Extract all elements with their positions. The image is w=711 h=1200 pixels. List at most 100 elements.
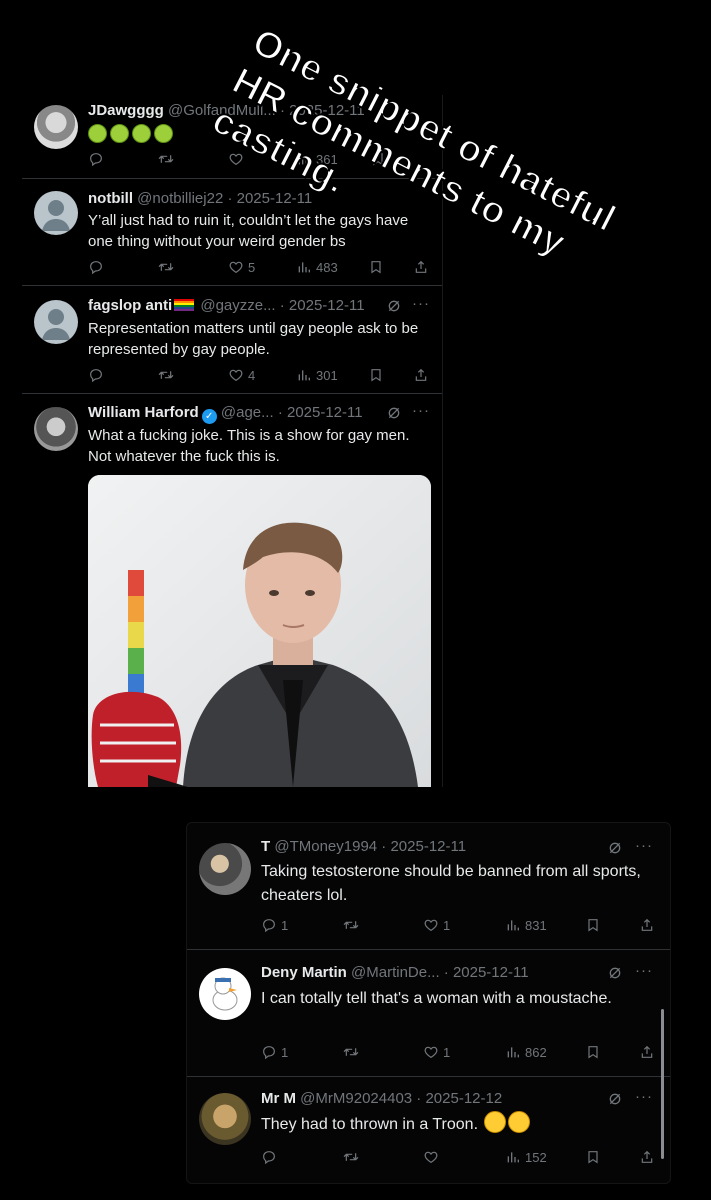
- default-avatar-icon: [42, 200, 70, 231]
- retweet-button[interactable]: [158, 151, 178, 167]
- avatar[interactable]: [199, 843, 251, 895]
- views-button[interactable]: 152: [505, 1149, 547, 1165]
- bookmark-button[interactable]: [368, 367, 384, 383]
- tweet-header: Deny Martin @MartinDe... · 2025-12-11: [261, 963, 606, 983]
- action-bar: 4 301: [88, 367, 428, 385]
- tweet-card[interactable]: Deny Martin @MartinDe... · 2025-12-11 ··…: [187, 950, 670, 1077]
- bookmark-button[interactable]: [585, 917, 601, 933]
- more-icon[interactable]: ···: [412, 295, 430, 312]
- like-count: 1: [443, 1044, 451, 1060]
- retweet-button[interactable]: [343, 1044, 363, 1060]
- retweet-button[interactable]: [158, 367, 178, 383]
- bookmark-button[interactable]: [370, 151, 386, 167]
- views-icon: [296, 259, 312, 275]
- action-bar: 152: [261, 1149, 661, 1167]
- bookmark-button[interactable]: [585, 1044, 601, 1060]
- views-button[interactable]: 361: [296, 151, 338, 167]
- scrollbar[interactable]: [661, 1009, 664, 1159]
- more-icon[interactable]: ···: [635, 962, 653, 979]
- author-handle-date[interactable]: @MartinDe... · 2025-12-11: [351, 964, 529, 981]
- more-icon[interactable]: ···: [635, 837, 653, 854]
- author-name[interactable]: Deny Martin: [261, 964, 347, 981]
- reply-button[interactable]: [261, 1149, 281, 1165]
- like-count: 5: [248, 259, 256, 275]
- author-name[interactable]: Mr M: [261, 1090, 296, 1107]
- author-handle-date[interactable]: @MrM92024403 · 2025-12-12: [300, 1090, 502, 1107]
- views-button[interactable]: 862: [505, 1044, 547, 1060]
- views-icon: [505, 917, 521, 933]
- like-button[interactable]: 1: [423, 1044, 450, 1060]
- author-handle-date[interactable]: @notbilliej22 · 2025-12-11: [137, 190, 312, 207]
- more-icon[interactable]: ···: [412, 402, 430, 419]
- tweet-card[interactable]: T @TMoney1994 · 2025-12-11 ··· Taking te…: [187, 823, 670, 950]
- tweet-card[interactable]: Mr M @MrM92024403 · 2025-12-12 ··· They …: [187, 1077, 670, 1182]
- reply-button[interactable]: [88, 367, 108, 383]
- views-button[interactable]: 483: [296, 259, 338, 275]
- grok-icon[interactable]: [386, 405, 402, 421]
- avatar[interactable]: [199, 968, 251, 1020]
- share-button[interactable]: [639, 1044, 655, 1060]
- like-button[interactable]: 5: [228, 259, 255, 275]
- share-icon: [413, 367, 429, 383]
- like-button[interactable]: [423, 1149, 443, 1165]
- tweet-card[interactable]: JDawgggg @GolfandMull... · 2025-12-11 36…: [22, 95, 442, 179]
- tweet-card[interactable]: fagslop anti @gayzze... · 2025-12-11 ···…: [22, 286, 442, 394]
- grok-icon[interactable]: [386, 298, 402, 314]
- like-button[interactable]: 1: [423, 917, 450, 933]
- bookmark-icon: [368, 367, 384, 383]
- retweet-button[interactable]: [158, 259, 178, 275]
- avatar[interactable]: [34, 407, 78, 451]
- author-name[interactable]: William Harford: [88, 404, 199, 421]
- nauseated-emoji-icon: [132, 124, 151, 144]
- author-handle-date[interactable]: @gayzze... · 2025-12-11: [200, 297, 364, 314]
- author-name[interactable]: T: [261, 838, 270, 855]
- yawning-emoji-icon: [484, 1111, 507, 1133]
- bookmark-button[interactable]: [368, 259, 384, 275]
- tweet-card[interactable]: notbill @notbilliej22 · 2025-12-11 Y’all…: [22, 179, 442, 286]
- author-handle-date[interactable]: @GolfandMull... · 2025-12-11: [168, 102, 365, 119]
- author-name[interactable]: notbill: [88, 190, 133, 207]
- share-button[interactable]: [639, 1149, 655, 1165]
- author-handle-date[interactable]: @age... · 2025-12-11: [221, 404, 363, 421]
- avatar[interactable]: [34, 300, 78, 344]
- share-button[interactable]: [413, 367, 429, 383]
- like-button[interactable]: [228, 151, 248, 167]
- default-avatar-icon: [42, 309, 70, 340]
- reply-icon: [88, 367, 104, 383]
- reply-button[interactable]: 1: [261, 1044, 288, 1060]
- retweet-icon: [343, 1044, 359, 1060]
- more-icon[interactable]: ···: [635, 1088, 653, 1105]
- reply-icon: [261, 1044, 277, 1060]
- share-button[interactable]: [413, 259, 429, 275]
- tweet-header: William Harford ✓ @age... · 2025-12-11: [88, 403, 388, 424]
- avatar[interactable]: [34, 191, 78, 235]
- tweet-photo[interactable]: [88, 475, 431, 787]
- bookmark-icon: [585, 1044, 601, 1060]
- views-icon: [296, 151, 312, 167]
- retweet-button[interactable]: [343, 917, 363, 933]
- views-button[interactable]: 831: [505, 917, 547, 933]
- like-button[interactable]: 4: [228, 367, 255, 383]
- views-count: 361: [316, 151, 338, 167]
- avatar[interactable]: [199, 1093, 251, 1145]
- author-handle-date[interactable]: @TMoney1994 · 2025-12-11: [274, 838, 466, 855]
- grok-icon[interactable]: [607, 965, 623, 981]
- reply-icon: [88, 151, 104, 167]
- like-icon: [228, 259, 244, 275]
- action-bar: 1 1 862: [261, 1044, 661, 1062]
- pride-flag-icon: [174, 299, 195, 311]
- bookmark-button[interactable]: [585, 1149, 601, 1165]
- author-name[interactable]: JDawgggg: [88, 102, 164, 119]
- share-button[interactable]: [639, 917, 655, 933]
- reply-button[interactable]: [88, 259, 108, 275]
- action-bar: 1 1 831: [261, 917, 661, 935]
- views-button[interactable]: 301: [296, 367, 338, 383]
- grok-icon[interactable]: [607, 840, 623, 856]
- author-name[interactable]: fagslop anti: [88, 297, 172, 314]
- tweet-header: Mr M @MrM92024403 · 2025-12-12: [261, 1089, 606, 1109]
- reply-button[interactable]: 1: [261, 917, 288, 933]
- grok-icon[interactable]: [607, 1091, 623, 1107]
- retweet-button[interactable]: [343, 1149, 363, 1165]
- reply-button[interactable]: [88, 151, 108, 167]
- avatar[interactable]: [34, 105, 78, 149]
